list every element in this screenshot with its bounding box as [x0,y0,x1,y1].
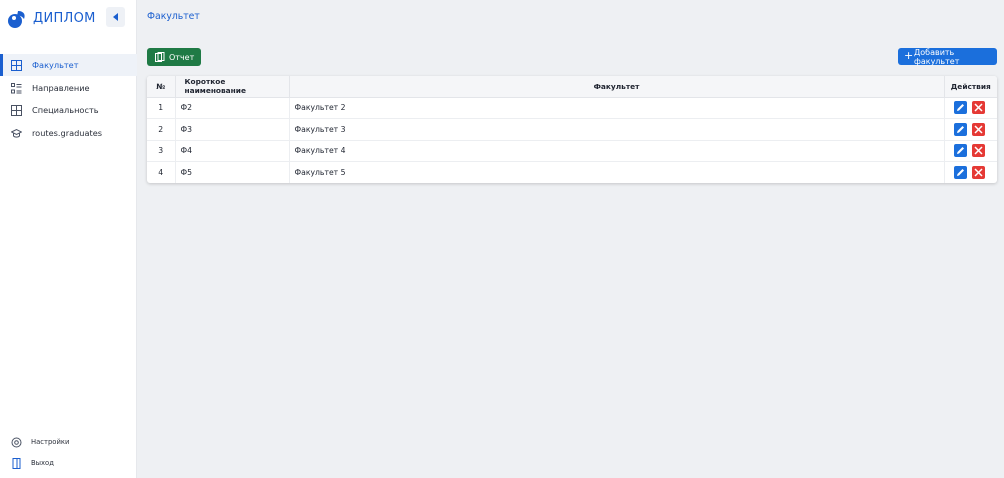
column-header-num[interactable]: № [147,76,176,98]
table-row: 3 Ф4 Факультет 4 [147,140,997,162]
close-icon [973,125,983,134]
add-faculty-button[interactable]: + Добавить факультет [898,47,997,66]
page-title: Факультет [147,11,200,22]
cell-actions [944,118,997,141]
delete-button[interactable] [971,122,985,136]
gear-icon [11,437,22,448]
logo-icon [8,11,25,28]
cell-short-name: Ф3 [175,118,290,141]
cell-short-name: Ф5 [175,161,290,183]
report-button[interactable]: Отчет [147,48,201,66]
pencil-icon [956,104,964,112]
sidebar-item-label: Специальность [32,105,99,116]
cell-faculty: Факультет 3 [289,118,945,141]
grid-icon [11,105,22,117]
cell-actions [944,140,997,162]
edit-button[interactable] [953,122,967,136]
cell-actions [944,162,997,184]
sidebar-item-specialty[interactable]: Специальность [0,99,137,121]
sidebar-item-graduates[interactable]: routes.graduates [0,122,137,144]
cell-num: 3 [147,140,176,162]
cell-num: 4 [147,161,176,183]
table-row: 4 Ф5 Факультет 5 [147,161,997,184]
table-row: 2 Ф3 Факультет 3 [147,118,997,141]
grid-icon [11,60,22,71]
table-header-row: № Короткое наименование Факультет Действ… [147,76,997,98]
table-row: 1 Ф2 Факультет 2 [147,97,997,119]
sidebar-item-label: Направление [32,82,90,93]
collapse-sidebar-button[interactable] [106,7,125,27]
edit-button[interactable] [953,144,967,158]
close-icon [973,146,983,155]
column-header-faculty[interactable]: Факультет [289,76,945,98]
pencil-icon [956,147,964,155]
cell-num: 1 [147,97,176,119]
edit-button[interactable] [953,101,967,115]
cell-faculty: Факультет 2 [289,97,945,119]
door-icon [11,458,22,469]
chevron-left-icon [113,13,118,21]
faculty-table: № Короткое наименование Факультет Действ… [147,76,997,183]
column-header-actions: Действия [944,76,997,98]
sidebar-item-label: routes.graduates [32,128,102,139]
cell-short-name: Ф4 [175,140,290,162]
report-button-label: Отчет [169,52,195,62]
sidebar-item-label: Факультет [32,60,79,70]
cell-actions [944,97,997,119]
sidebar-nav: Факультет Направление Специальность rout… [0,54,137,145]
settings-link[interactable]: Настройки [0,433,137,451]
delete-button[interactable] [971,144,985,158]
cell-num: 2 [147,118,176,141]
logo-text: ДИПЛОМ [33,11,96,26]
settings-label: Настройки [31,438,70,446]
logout-label: Выход [31,459,54,467]
delete-button[interactable] [971,101,985,115]
pencil-icon [956,125,964,133]
sidebar-item-direction[interactable]: Направление [0,77,137,99]
document-icon [155,52,165,62]
close-icon [973,168,983,177]
list-icon [11,82,22,94]
cell-faculty: Факультет 5 [289,161,945,183]
column-header-short-name[interactable]: Короткое наименование [175,76,290,98]
close-icon [973,103,983,112]
logout-link[interactable]: Выход [0,454,137,472]
sidebar-item-faculty[interactable]: Факультет [0,54,137,76]
cell-faculty: Факультет 4 [289,140,945,162]
sidebar: ДИПЛОМ Факультет Направление Специальнос… [0,0,137,478]
cell-short-name: Ф2 [175,97,290,119]
edit-button[interactable] [953,166,967,179]
add-faculty-label: Добавить факультет [914,47,960,66]
plus-icon: + [904,49,914,62]
pencil-icon [956,169,964,176]
main-content: Факультет Отчет + Добавить факультет № К… [137,0,1004,478]
graduation-cap-icon [11,128,22,139]
delete-button[interactable] [971,166,985,179]
